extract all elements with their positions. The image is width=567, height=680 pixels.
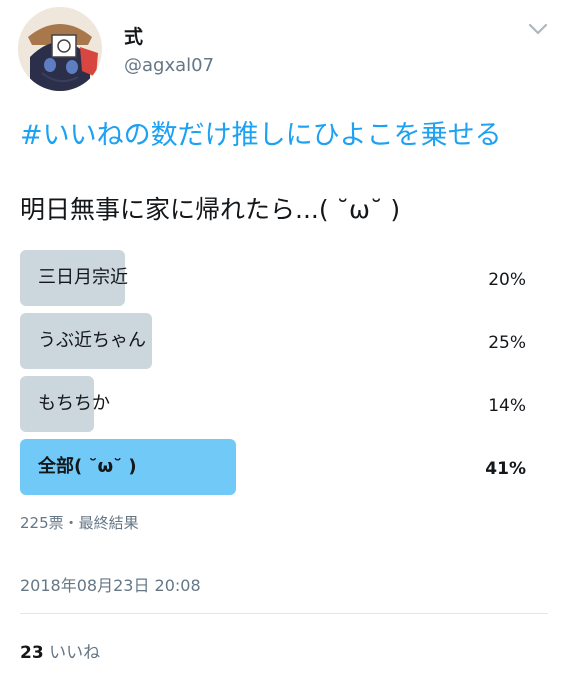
display-name[interactable]: 式 <box>124 22 143 49</box>
poll-option-label: もちちか <box>38 393 110 414</box>
poll-meta: 225票・最終結果 <box>20 514 139 532</box>
poll-option-label-winning: 全部( ˘ω˘ ) <box>38 456 137 477</box>
poll-option-label: うぶ近ちゃん <box>38 330 146 351</box>
user-handle[interactable]: @agxal07 <box>124 55 214 76</box>
timestamp[interactable]: 2018年08月23日 20:08 <box>20 572 201 596</box>
user-avatar-icon <box>18 7 102 91</box>
likes-count-link[interactable]: 23 いいね <box>20 638 100 663</box>
hashtag-link[interactable]: #いいねの数だけ推しにひよこを乗せる <box>20 113 502 152</box>
divider <box>20 613 548 614</box>
poll-option-percent-winning: 41% <box>485 459 526 479</box>
avatar[interactable] <box>18 7 102 91</box>
poll-option-percent: 25% <box>488 333 526 353</box>
likes-count: 23 <box>20 643 44 663</box>
poll-option-label: 三日月宗近 <box>38 267 128 288</box>
poll-option-percent: 14% <box>488 396 526 416</box>
likes-label: いいね <box>49 643 101 663</box>
chevron-down-icon[interactable] <box>528 22 548 36</box>
tweet-text: 明日無事に家に帰れたら...( ˘ω˘ ) <box>20 195 401 224</box>
poll-option-percent: 20% <box>488 270 526 290</box>
